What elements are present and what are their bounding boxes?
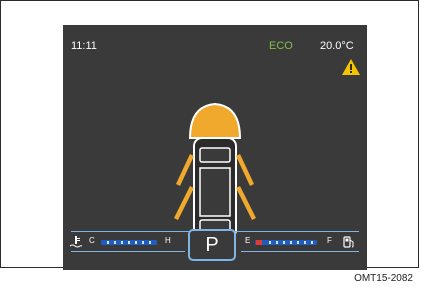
fuel-gauge-bar [255,240,317,245]
fuel-full-label: F [327,236,332,245]
figure-code: OMT15-2082 [354,273,413,284]
drive-mode-indicator: ECO [269,40,293,52]
gear-indicator: P [188,229,236,261]
figure-frame: 11:11 ECO 20.0°C C H P E F [0,0,419,270]
coolant-gauge-bar [101,240,157,245]
coolant-hot-label: H [165,236,171,245]
clock: 11:11 [71,40,97,52]
fuel-pump-icon [343,236,354,248]
coolant-gauge: C H [69,233,189,251]
gauge-divider-bottom-left [71,251,185,252]
gauge-divider-bottom-right [241,251,359,252]
cluster-display: 11:11 ECO 20.0°C C H P E F [63,25,367,270]
outside-temperature: 20.0°C [320,40,354,52]
fuel-gauge: E F [243,233,361,251]
coolant-cold-label: C [89,236,95,245]
coolant-temp-icon [69,236,83,248]
fuel-empty-label: E [245,236,251,245]
triangle-warning-icon [342,59,360,75]
car-doors-open-icon [174,102,256,247]
